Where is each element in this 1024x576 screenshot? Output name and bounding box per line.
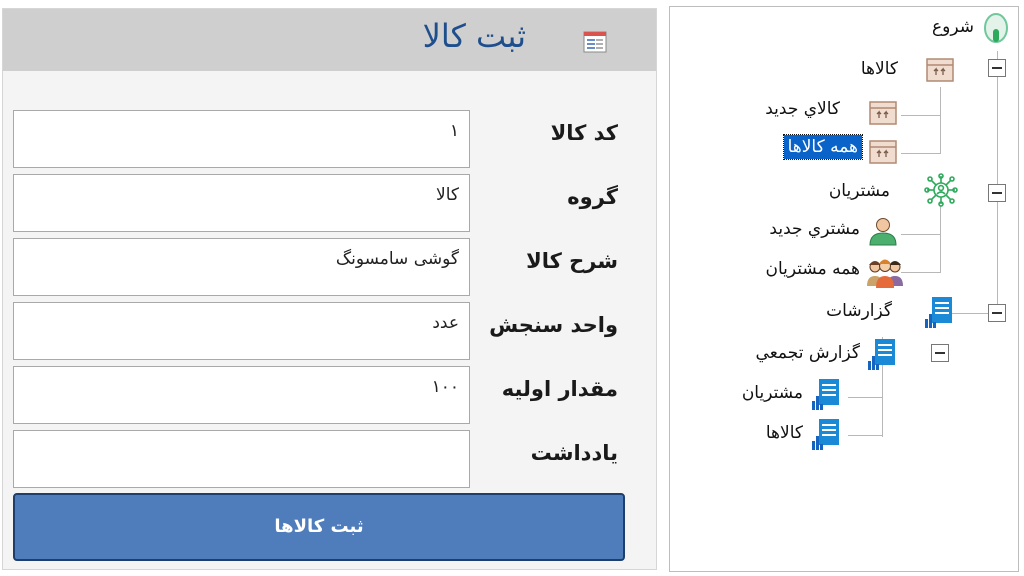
field-label-group: گروه: [567, 185, 618, 209]
form-title: ثبت كالا: [422, 17, 526, 55]
tree-connector: [848, 435, 883, 436]
group-input[interactable]: كالا: [13, 174, 470, 232]
tree-connector: [848, 397, 883, 398]
app-root: ثبت كالا كد كالا ١ گروه كالا شرح كالا گو…: [0, 0, 1024, 576]
box-icon: [869, 140, 897, 164]
submit-button[interactable]: ثبت كالاها: [13, 493, 625, 561]
field-label-code: كد كالا: [550, 121, 618, 145]
description-input[interactable]: گوشى سامسونگ: [13, 238, 470, 296]
tree-item-report-goods[interactable]: كالاها: [766, 423, 803, 443]
tree-connector: [901, 234, 941, 235]
start-icon: [984, 13, 1008, 43]
tree-item-goods[interactable]: كالاها: [861, 59, 898, 79]
tree-connector: [901, 153, 941, 154]
tree-item-report-customers[interactable]: مشتريان: [742, 383, 803, 403]
field-label-unit: واحد سنجش: [489, 313, 618, 337]
tree-connector: [940, 87, 941, 153]
report-icon: [925, 297, 952, 328]
field-label-initial-qty: مقدار اوليه: [501, 377, 618, 401]
tree-item-customers[interactable]: مشتريان: [829, 181, 890, 201]
tree-item-new-good[interactable]: كالاي جديد: [765, 99, 840, 119]
box-icon: [869, 101, 897, 125]
tree-item-new-customer[interactable]: مشتري جديد: [769, 219, 860, 239]
tree-item-all-customers[interactable]: همه مشتريان: [766, 259, 861, 279]
network-icon: [924, 173, 958, 207]
form-panel: ثبت كالا كد كالا ١ گروه كالا شرح كالا گو…: [2, 8, 657, 570]
initial-qty-input[interactable]: ١٠٠: [13, 366, 470, 424]
collapse-goods-toggle[interactable]: [988, 59, 1006, 77]
unit-input[interactable]: عدد: [13, 302, 470, 360]
box-icon: [926, 58, 954, 82]
code-input[interactable]: ١: [13, 110, 470, 168]
field-label-description: شرح كالا: [526, 249, 618, 273]
report-icon: [812, 419, 839, 450]
tree-item-all-goods[interactable]: همه كالاها: [782, 134, 864, 160]
field-label-note: يادداشت: [530, 441, 618, 465]
tree-connector: [997, 51, 998, 313]
navigation-tree: شروع كالاها كالاي جديد همه كالاها مشتريا…: [669, 6, 1019, 572]
collapse-reports-toggle[interactable]: [988, 304, 1006, 322]
collapse-summary-report-toggle[interactable]: [931, 344, 949, 362]
note-input[interactable]: [13, 430, 470, 488]
tree-connector: [940, 206, 941, 272]
report-icon: [812, 379, 839, 410]
form-icon: [583, 31, 607, 53]
tree-connector: [901, 272, 941, 273]
tree-item-start[interactable]: شروع: [932, 17, 974, 37]
tree-item-summary-report[interactable]: گزارش تجمعي: [756, 343, 860, 363]
report-icon: [868, 339, 895, 370]
group-icon: [867, 259, 903, 288]
person-icon: [869, 218, 897, 246]
tree-item-reports[interactable]: گزارشات: [826, 301, 892, 321]
collapse-customers-toggle[interactable]: [988, 184, 1006, 202]
form-header: ثبت كالا: [3, 9, 656, 71]
tree-connector: [901, 115, 941, 116]
